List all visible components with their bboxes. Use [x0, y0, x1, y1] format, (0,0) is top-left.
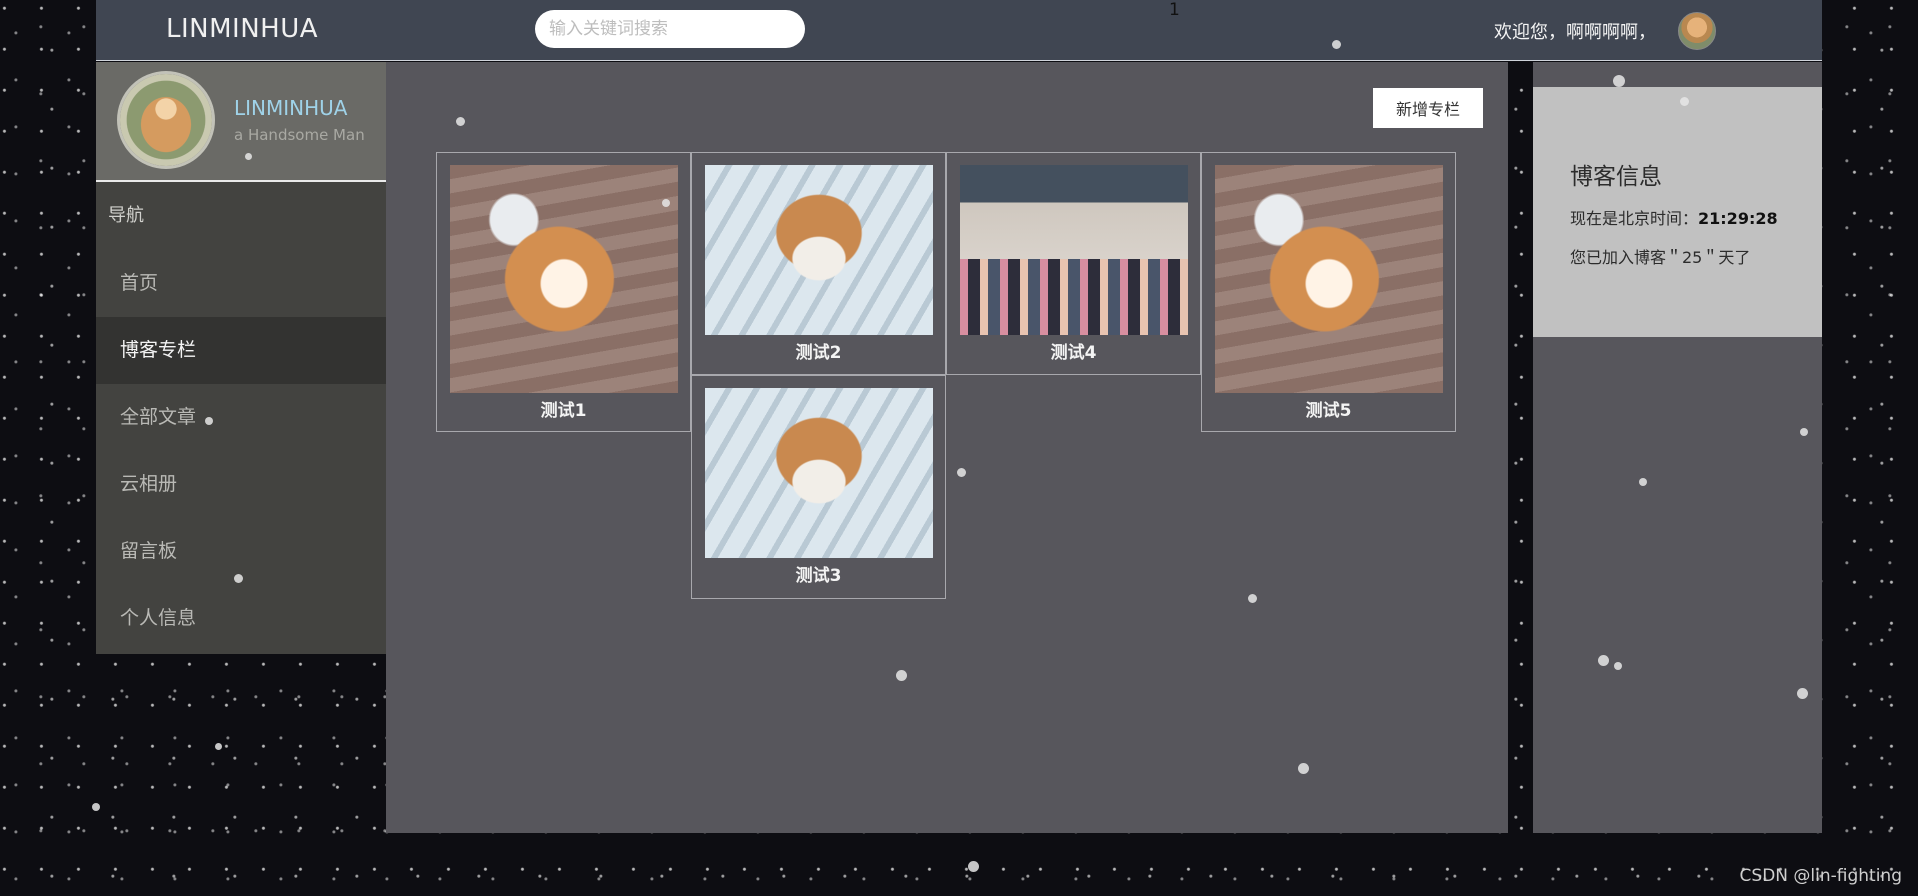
column-cover-image[interactable]: [704, 388, 933, 558]
snowflake-decoration: [1598, 655, 1609, 666]
snowflake-decoration: [456, 117, 465, 126]
nav-heading: 导航: [108, 205, 144, 226]
snowflake-decoration: [234, 574, 243, 583]
site-brand[interactable]: LINMINHUA: [166, 14, 318, 44]
profile-tagline: a Handsome Man: [234, 126, 365, 144]
snowflake-decoration: [1800, 428, 1808, 436]
column-title[interactable]: 测试5: [1202, 396, 1455, 421]
snowflake-decoration: [1639, 478, 1647, 486]
column-title[interactable]: 测试4: [947, 338, 1200, 363]
search-input[interactable]: [535, 10, 805, 48]
column-card[interactable]: 测试4: [946, 152, 1201, 375]
column-cover-image[interactable]: [959, 165, 1188, 335]
profile-name: LINMINHUA: [234, 96, 348, 120]
time-label: 现在是北京时间：: [1570, 209, 1699, 228]
snowflake-decoration: [896, 670, 907, 681]
column-title[interactable]: 测试1: [437, 396, 690, 421]
snowflake-decoration: [1797, 688, 1808, 699]
snowflake-decoration: [1332, 40, 1341, 49]
blog-info-title: 博客信息: [1570, 164, 1662, 190]
blog-info-box: 博客信息 现在是北京时间：21:29:28 您已加入博客＂25＂天了: [1533, 87, 1822, 337]
snowflake-decoration: [1680, 97, 1689, 106]
user-avatar[interactable]: [1678, 12, 1716, 50]
profile-card: LINMINHUA a Handsome Man: [96, 62, 386, 182]
snowflake-decoration: [1613, 75, 1625, 87]
snowflake-decoration: [1298, 763, 1309, 774]
column-card[interactable]: 测试3: [691, 375, 946, 599]
sidebar-item-blog-columns[interactable]: 博客专栏: [96, 317, 386, 384]
sidebar-item-all-articles[interactable]: 全部文章: [96, 384, 386, 451]
snowflake-decoration: [92, 803, 100, 811]
sidebar: LINMINHUA a Handsome Man 导航 首页 博客专栏 全部文章…: [96, 62, 386, 654]
joined-days: 您已加入博客＂25＂天了: [1570, 248, 1751, 267]
csdn-watermark: CSDN @lin-fighting: [1739, 866, 1902, 886]
snowflake-decoration: [662, 199, 670, 207]
beijing-time: 现在是北京时间：21:29:28: [1570, 205, 1778, 229]
add-column-button[interactable]: 新增专栏: [1373, 88, 1483, 128]
page-number-indicator: 1: [1169, 0, 1180, 20]
profile-avatar: [120, 74, 212, 166]
column-card[interactable]: 测试5: [1201, 152, 1456, 432]
snowflake-decoration: [215, 743, 222, 750]
snowflake-decoration: [205, 417, 213, 425]
column-title[interactable]: 测试2: [692, 338, 945, 363]
column-card[interactable]: 测试1: [436, 152, 691, 432]
sidebar-item-cloud-album[interactable]: 云相册: [96, 451, 386, 518]
column-cover-image[interactable]: [449, 165, 678, 393]
sidebar-item-profile[interactable]: 个人信息: [96, 585, 386, 652]
time-value: 21:29:28: [1698, 209, 1778, 228]
snowflake-decoration: [1614, 662, 1622, 670]
welcome-text: 欢迎您，啊啊啊啊，: [1494, 22, 1656, 43]
column-cover-image[interactable]: [704, 165, 933, 335]
sidebar-item-home[interactable]: 首页: [96, 250, 386, 317]
top-header: LINMINHUA 1 欢迎您，啊啊啊啊，: [96, 0, 1822, 61]
snowflake-decoration: [245, 153, 252, 160]
right-panel: 博客信息 现在是北京时间：21:29:28 您已加入博客＂25＂天了: [1533, 62, 1822, 833]
snowflake-decoration: [1248, 594, 1257, 603]
column-title[interactable]: 测试3: [692, 561, 945, 586]
column-cover-image[interactable]: [1214, 165, 1443, 393]
main-content: 新增专栏 测试1 测试2 测试3 测试4 测试5: [386, 62, 1508, 833]
column-card[interactable]: 测试2: [691, 152, 946, 375]
snowflake-decoration: [957, 468, 966, 477]
snowflake-decoration: [968, 861, 979, 872]
